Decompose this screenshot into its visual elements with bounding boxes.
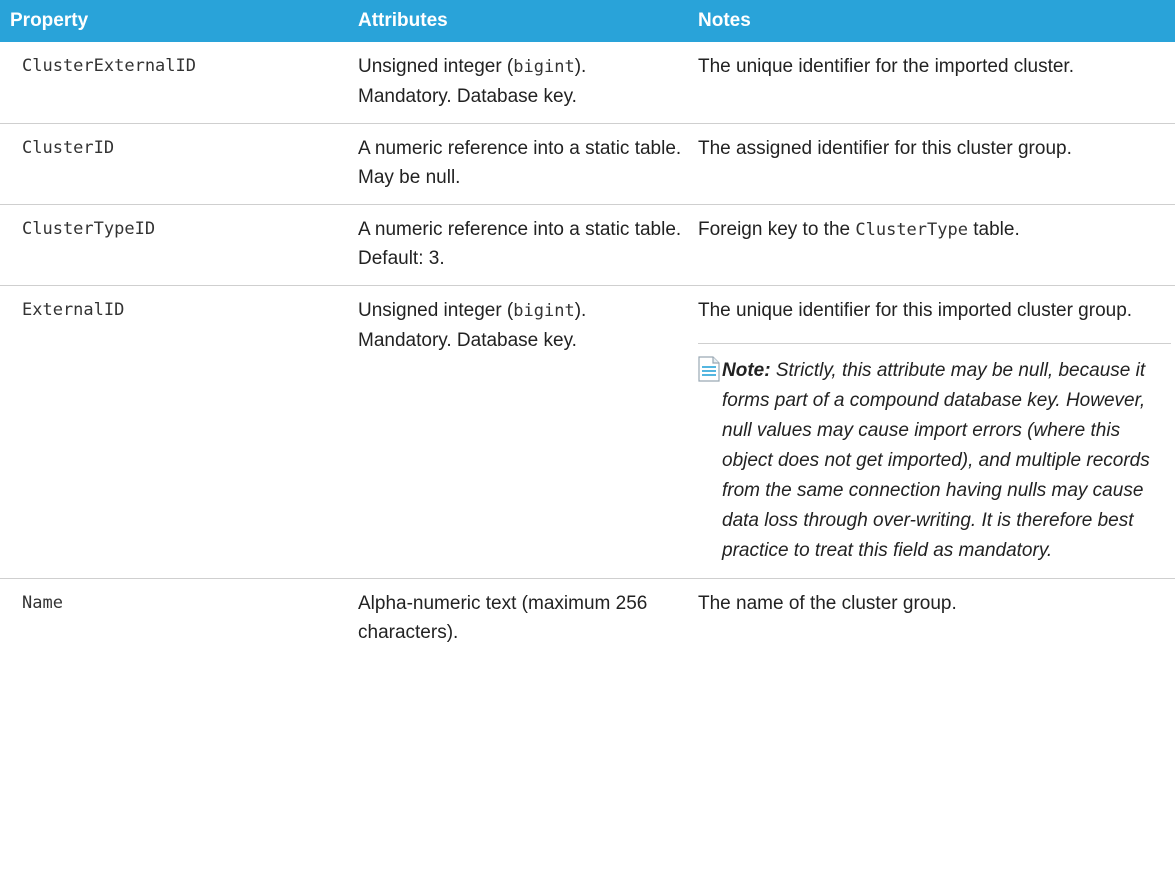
attributes-cell: A numeric reference into a static table.… bbox=[350, 123, 690, 205]
attributes-code: bigint bbox=[513, 57, 575, 77]
note-label: Note: bbox=[722, 360, 771, 381]
attributes-text: Unsigned integer ( bbox=[358, 56, 514, 77]
notes-cell: The assigned identifier for this cluster… bbox=[690, 123, 1175, 205]
table-row: ClusterTypeID A numeric reference into a… bbox=[0, 204, 1175, 286]
table-row: ExternalID Unsigned integer (bigint). Ma… bbox=[0, 285, 1175, 579]
notes-cell: The unique identifier for this imported … bbox=[690, 285, 1175, 579]
property-cell: Name bbox=[22, 593, 63, 613]
notes-cell: The name of the cluster group. bbox=[698, 593, 957, 614]
note-callout: Note: Strictly, this attribute may be nu… bbox=[698, 343, 1171, 566]
header-row: Property Attributes Notes bbox=[0, 0, 1175, 42]
attributes-text: Unsigned integer ( bbox=[358, 300, 514, 321]
property-cell: ClusterTypeID bbox=[0, 204, 350, 286]
attributes-code: bigint bbox=[513, 301, 575, 321]
attributes-cell: A numeric reference into a static table.… bbox=[350, 204, 690, 286]
table-row: ClusterExternalID Unsigned integer (bigi… bbox=[0, 42, 1175, 124]
property-cell: ClusterID bbox=[0, 123, 350, 205]
attributes-cell: Unsigned integer (bigint). Mandatory. Da… bbox=[350, 42, 690, 124]
note-document-icon bbox=[698, 356, 720, 382]
notes-text: Foreign key to the bbox=[698, 219, 856, 240]
property-cell: ClusterExternalID bbox=[0, 42, 350, 124]
notes-text: The unique identifier for this imported … bbox=[698, 300, 1133, 321]
notes-cell: Foreign key to the ClusterType table. bbox=[690, 204, 1175, 286]
attributes-cell: Alpha-numeric text (maximum 256 characte… bbox=[358, 593, 648, 643]
table-header: Property Attributes Notes bbox=[0, 0, 1175, 42]
table-row: Name Alpha-numeric text (maximum 256 cha… bbox=[0, 579, 1175, 660]
notes-code: ClusterType bbox=[855, 220, 968, 240]
attributes-cell: Unsigned integer (bigint). Mandatory. Da… bbox=[350, 285, 690, 579]
header-notes: Notes bbox=[690, 0, 1175, 42]
notes-text: table. bbox=[967, 219, 1020, 240]
table-row: ClusterID A numeric reference into a sta… bbox=[0, 123, 1175, 205]
property-cell: ExternalID bbox=[0, 285, 350, 579]
note-text: Strictly, this attribute may be null, be… bbox=[722, 360, 1150, 561]
header-property: Property bbox=[0, 0, 350, 42]
notes-cell: The unique identifier for the imported c… bbox=[690, 42, 1175, 124]
header-attributes: Attributes bbox=[350, 0, 690, 42]
properties-table: Property Attributes Notes ClusterExterna… bbox=[0, 0, 1175, 659]
